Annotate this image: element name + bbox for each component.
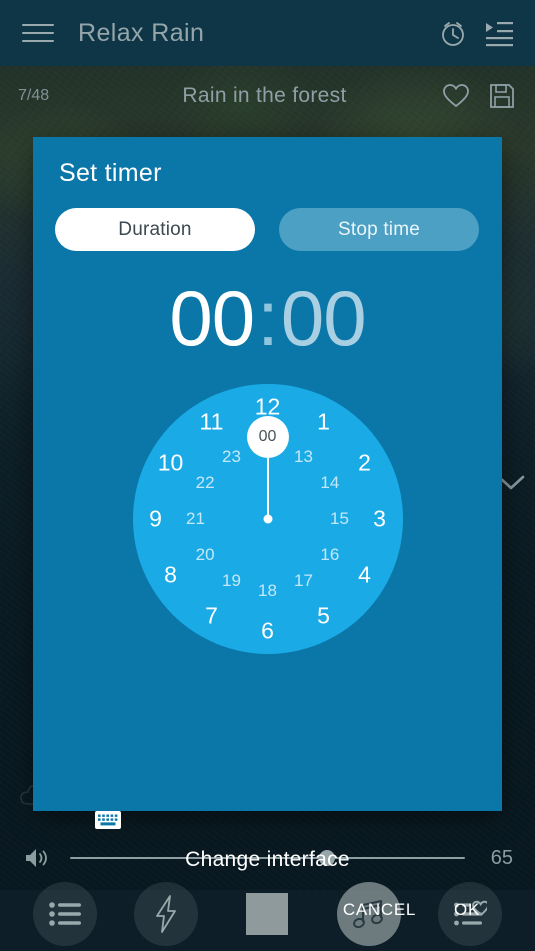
clock-number-9[interactable]: 9 (149, 506, 162, 533)
track-counter: 7/48 (18, 87, 50, 104)
change-interface-button[interactable]: Change interface (33, 848, 502, 872)
tab-stop-time[interactable]: Stop time (279, 208, 479, 251)
clock-number-6[interactable]: 6 (261, 618, 274, 645)
ok-button[interactable]: OK (454, 900, 480, 920)
set-timer-dialog: Set timer Duration Stop time 00 : 00 12 1… (33, 137, 502, 919)
save-floppy-icon[interactable] (487, 81, 517, 111)
clock-selected-value[interactable]: 00 (246, 416, 289, 458)
track-actions (441, 81, 517, 111)
clock-center-dot (263, 514, 272, 524)
dialog-actions: CANCEL OK (343, 900, 480, 920)
minutes-field[interactable]: 00 (281, 273, 367, 364)
clock-picker[interactable]: 12 1 2 3 4 5 6 7 8 9 10 11 13 14 15 16 17 18 19 20 21 22 23 0… (132, 384, 403, 654)
playlist-queue-icon[interactable] (479, 13, 519, 53)
clock-number-3[interactable]: 3 (373, 506, 386, 533)
clock-number-21[interactable]: 21 (186, 509, 205, 529)
timer-mode-tabs: Duration Stop time (55, 208, 502, 251)
stop-square-shape (246, 892, 289, 935)
clock-number-13[interactable]: 13 (294, 447, 313, 467)
alarm-clock-icon[interactable] (433, 13, 473, 53)
dialog-title: Set timer (59, 159, 162, 187)
cancel-button[interactable]: CANCEL (343, 900, 416, 920)
clock-number-2[interactable]: 2 (358, 450, 371, 477)
clock-number-16[interactable]: 16 (320, 545, 339, 565)
clock-number-14[interactable]: 14 (320, 473, 339, 493)
clock-number-8[interactable]: 8 (164, 562, 177, 589)
heart-outline-icon[interactable] (441, 81, 471, 111)
keyboard-icon[interactable] (95, 811, 121, 834)
track-title: Rain in the forest (182, 84, 347, 107)
clock-number-1[interactable]: 1 (317, 409, 330, 436)
clock-number-10[interactable]: 10 (158, 450, 184, 477)
hours-field[interactable]: 00 (169, 273, 255, 364)
time-display: 00 : 00 (33, 273, 502, 364)
clock-number-11[interactable]: 11 (200, 409, 224, 436)
stop-square-icon[interactable] (235, 882, 299, 946)
clock-number-18[interactable]: 18 (258, 581, 277, 601)
clock-number-4[interactable]: 4 (358, 562, 371, 589)
app-title: Relax Rain (78, 18, 205, 47)
app-root: Relax Rain 7/48 Rain in the forest Set t… (0, 0, 535, 951)
clock-number-17[interactable]: 17 (294, 571, 313, 591)
lightning-bolt-icon[interactable] (134, 881, 199, 946)
clock-number-23[interactable]: 23 (222, 447, 241, 467)
bulleted-list-icon[interactable] (32, 881, 97, 946)
clock-number-15[interactable]: 15 (330, 509, 349, 529)
clock-number-20[interactable]: 20 (196, 545, 215, 565)
app-bar: Relax Rain (0, 0, 535, 66)
clock-number-5[interactable]: 5 (317, 602, 330, 629)
hamburger-menu-icon[interactable] (22, 17, 54, 49)
track-strip: 7/48 Rain in the forest (0, 66, 535, 126)
clock-number-7[interactable]: 7 (205, 602, 218, 629)
clock-number-19[interactable]: 19 (222, 571, 241, 591)
tab-duration[interactable]: Duration (55, 208, 255, 251)
time-separator: : (257, 274, 279, 362)
clock-number-22[interactable]: 22 (196, 473, 215, 493)
